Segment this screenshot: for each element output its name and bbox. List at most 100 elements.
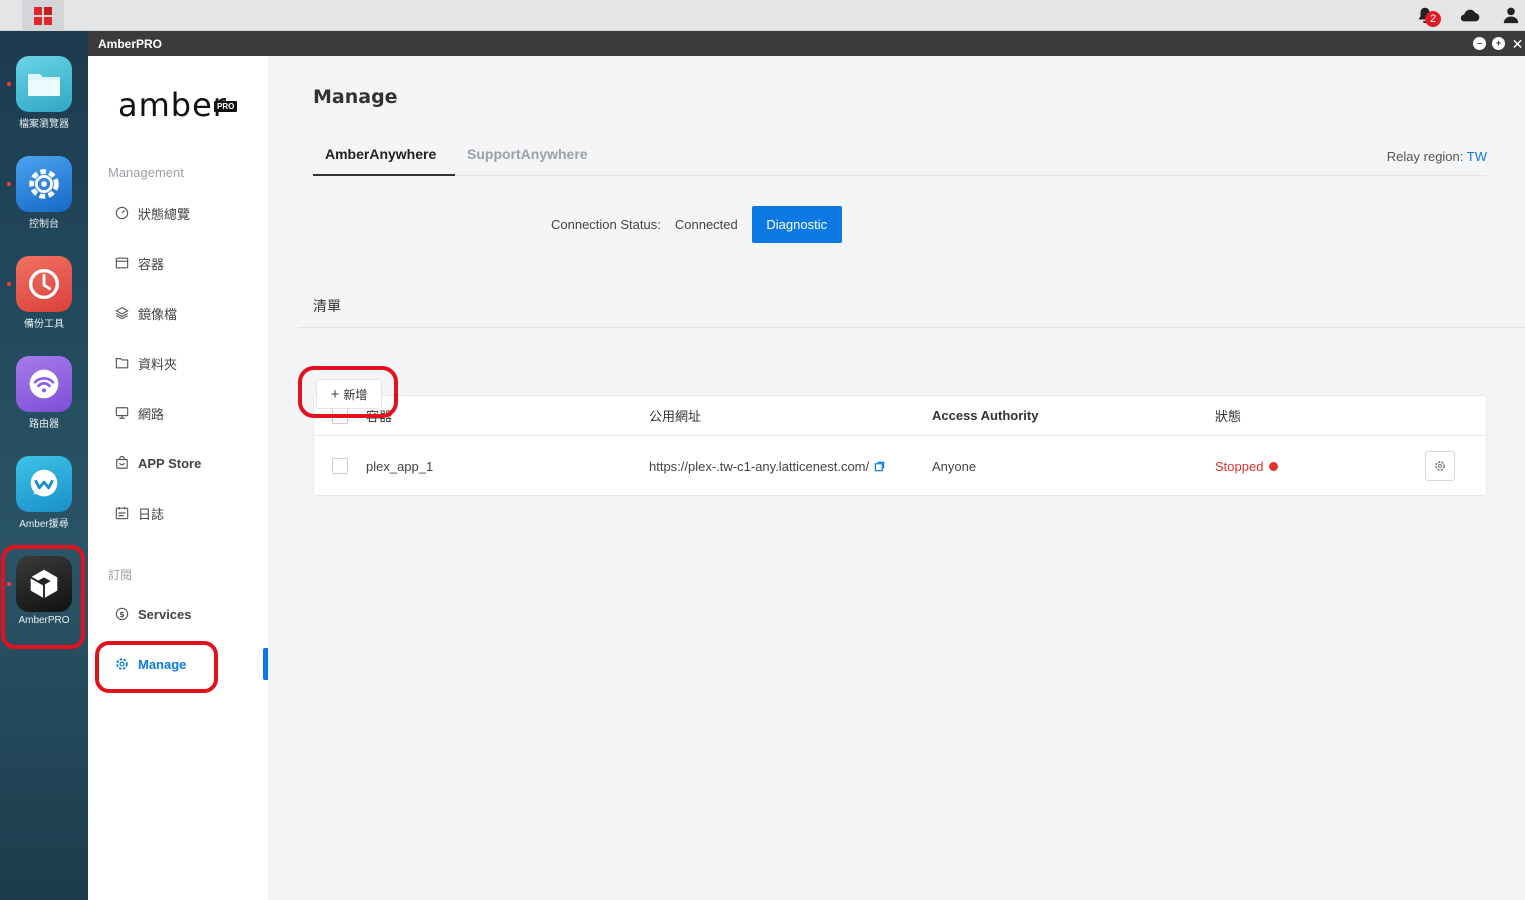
alert-icon — [1269, 461, 1279, 471]
container-icon — [114, 255, 130, 271]
highlight-annotation — [298, 366, 398, 418]
minimize-icon[interactable]: – — [1473, 37, 1486, 50]
dock-label: 路由器 — [29, 419, 59, 430]
tab-supportanywhere[interactable]: SupportAnywhere — [467, 146, 588, 162]
top-taskbar: 2 — [0, 0, 1525, 31]
user-button[interactable] — [1500, 4, 1522, 26]
window-title: AmberPRO — [98, 36, 163, 51]
relay-region: Relay region: TW — [1387, 149, 1487, 164]
status-cell: Stopped — [1215, 436, 1279, 496]
sidebar-item-containers[interactable]: 容器 — [114, 251, 254, 275]
dock-item-file-browser[interactable]: 檔案瀏覽器 — [0, 56, 88, 156]
sidebar-item-label: APP Store — [138, 455, 202, 471]
sidebar-item-label: 狀態總覽 — [138, 206, 191, 222]
endpoints-table: 容器 公用網址 Access Authority 狀態 plex_app_1 h… — [313, 395, 1487, 496]
wifi-icon — [16, 356, 72, 412]
svg-text:$: $ — [119, 610, 124, 619]
sidebar-item-folders[interactable]: 資料夾 — [114, 351, 254, 375]
dock-label: 檔案瀏覽器 — [19, 119, 69, 130]
monitor-icon — [114, 405, 130, 421]
tab-amberanywhere[interactable]: AmberAnywhere — [325, 146, 436, 162]
tab-bar: AmberAnywhere SupportAnywhere Relay regi… — [313, 136, 1487, 176]
gear-icon — [1435, 461, 1445, 471]
dollar-icon: $ — [114, 606, 130, 622]
highlight-annotation — [95, 641, 218, 693]
tab-underline — [313, 174, 455, 176]
dock-item-control-panel[interactable]: 控制台 — [0, 156, 88, 256]
dock-label: 控制台 — [29, 219, 59, 230]
column-header-access-authority[interactable]: Access Authority — [932, 396, 1038, 435]
notification-count-badge: 2 — [1425, 11, 1441, 27]
sidebar-item-label: Services — [138, 606, 192, 622]
connection-status-label: Connection Status: — [551, 217, 661, 232]
dock-item-amber-search[interactable]: Amber援尋 — [0, 456, 88, 556]
layers-icon — [114, 305, 130, 321]
dashboard-icon — [114, 205, 130, 221]
row-settings-button[interactable] — [1425, 451, 1455, 481]
column-header-status[interactable]: 狀態 — [1215, 396, 1241, 435]
connection-status-row: Connection Status: Connected Diagnostic — [551, 206, 842, 243]
running-indicator — [7, 82, 11, 86]
user-icon — [1503, 7, 1519, 24]
dock-item-backup-tool[interactable]: 備份工具 — [0, 256, 88, 356]
app-dock: 檔案瀏覽器 控制台 備份工具 路由器 Amber援尋 AmberPRO — [0, 31, 88, 900]
cloud-button[interactable] — [1458, 4, 1480, 26]
divider — [298, 327, 1525, 328]
notification-button[interactable]: 2 — [1414, 4, 1441, 27]
section-subscription: 訂閱 — [108, 568, 133, 582]
chat-bubble-icon — [16, 456, 72, 512]
gear-icon — [16, 156, 72, 212]
sidebar-item-label: 網路 — [138, 406, 165, 422]
sidebar-item-label: 日誌 — [138, 506, 165, 522]
diagnostic-button[interactable]: Diagnostic — [751, 206, 842, 243]
main-content: Manage AmberAnywhere SupportAnywhere Rel… — [268, 56, 1525, 900]
store-icon — [114, 455, 130, 471]
grid-icon — [34, 6, 52, 25]
connection-status-value: Connected — [674, 217, 738, 232]
running-indicator — [7, 182, 11, 186]
pro-badge: PRO — [214, 101, 238, 112]
sidebar-item-network[interactable]: 網路 — [114, 401, 254, 425]
dock-label: 備份工具 — [24, 319, 64, 330]
sidebar: amber PRO Management 狀態總覽 容器 鏡像檔 資料夾 網路 … — [88, 56, 268, 900]
sidebar-item-label: 容器 — [138, 256, 165, 272]
section-management: Management — [108, 165, 184, 180]
container-name: plex_app_1 — [366, 458, 434, 474]
dock-label: Amber援尋 — [19, 519, 69, 530]
sidebar-item-logs[interactable]: 日誌 — [114, 501, 254, 525]
highlight-annotation — [1, 545, 85, 649]
start-menu-button[interactable] — [22, 0, 64, 31]
calendar-icon — [114, 505, 130, 521]
relay-region-value: TW — [1466, 149, 1487, 164]
sidebar-item-images[interactable]: 鏡像檔 — [114, 301, 254, 325]
status-badge: Stopped — [1215, 458, 1264, 474]
page-title: Manage — [313, 86, 398, 108]
table-header: 容器 公用網址 Access Authority 狀態 — [314, 396, 1486, 436]
folder-icon — [16, 56, 72, 112]
dock-item-router[interactable]: 路由器 — [0, 356, 88, 456]
row-checkbox[interactable] — [332, 458, 348, 474]
sidebar-item-overview[interactable]: 狀態總覽 — [114, 201, 254, 225]
relay-region-label: Relay region: — [1386, 149, 1464, 164]
cloud-icon — [1460, 9, 1480, 22]
sidebar-item-app-store[interactable]: APP Store — [114, 451, 254, 475]
column-header-public-url[interactable]: 公用網址 — [649, 396, 701, 435]
access-authority: Anyone — [932, 458, 977, 474]
public-url-link[interactable]: https://plex-.tw-c1-any.latticenest.com/ — [649, 459, 869, 474]
close-icon[interactable]: ✕ — [1511, 37, 1524, 51]
list-title: 清單 — [313, 298, 341, 314]
row-actions — [1425, 436, 1455, 496]
external-link-icon[interactable] — [874, 461, 885, 472]
sidebar-item-label: 資料夾 — [138, 356, 178, 372]
amber-logo: amber — [118, 86, 227, 124]
amberpro-window: AmberPRO – + ✕ amber PRO Management 狀態總覽… — [88, 31, 1525, 900]
table-row: plex_app_1 https://plex-.tw-c1-any.latti… — [314, 436, 1486, 496]
row-select-cell — [332, 436, 348, 496]
maximize-icon[interactable]: + — [1492, 37, 1505, 50]
sidebar-item-label: 鏡像檔 — [138, 306, 178, 322]
clock-backup-icon — [16, 256, 72, 312]
running-indicator — [7, 282, 11, 286]
public-url-cell: https://plex-.tw-c1-any.latticenest.com/ — [649, 436, 885, 496]
sidebar-item-services[interactable]: $ Services — [114, 602, 254, 626]
window-titlebar: AmberPRO – + ✕ — [88, 31, 1525, 56]
